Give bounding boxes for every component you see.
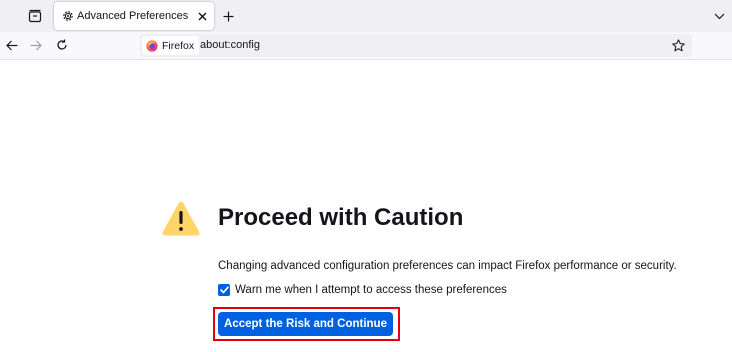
url-bar[interactable]: Firefox about:config (140, 34, 692, 57)
reload-icon[interactable] (53, 36, 71, 54)
warn-preference-row[interactable]: Warn me when I attempt to access these p… (218, 283, 507, 297)
tab-title: Advanced Preferences (77, 10, 189, 22)
firefox-logo-icon (146, 39, 158, 52)
chevron-down-icon[interactable] (710, 7, 728, 25)
identity-box[interactable]: Firefox (142, 36, 200, 55)
url-text[interactable]: about:config (200, 39, 260, 52)
star-icon[interactable] (670, 37, 686, 53)
navigation-toolbar: Firefox about:config (0, 32, 732, 60)
warning-description: Changing advanced configuration preferen… (218, 260, 677, 272)
close-icon[interactable] (194, 8, 210, 24)
tab-list-icon[interactable] (25, 6, 45, 26)
tab-advanced-preferences[interactable]: Advanced Preferences (54, 2, 214, 30)
identity-label: Firefox (162, 39, 195, 52)
tab-strip: Advanced Preferences (0, 0, 732, 32)
back-arrow-icon[interactable] (3, 36, 21, 54)
forward-arrow-icon[interactable] (27, 36, 45, 54)
accept-risk-button[interactable]: Accept the Risk and Continue (218, 312, 393, 336)
checkmark-icon (219, 286, 229, 294)
warn-checkbox-label[interactable]: Warn me when I attempt to access these p… (235, 283, 507, 297)
gear-icon (60, 8, 76, 24)
warning-triangle-icon (162, 201, 200, 236)
page-title: Proceed with Caution (218, 204, 464, 231)
plus-icon[interactable] (219, 7, 237, 25)
warn-checkbox[interactable] (218, 284, 230, 296)
